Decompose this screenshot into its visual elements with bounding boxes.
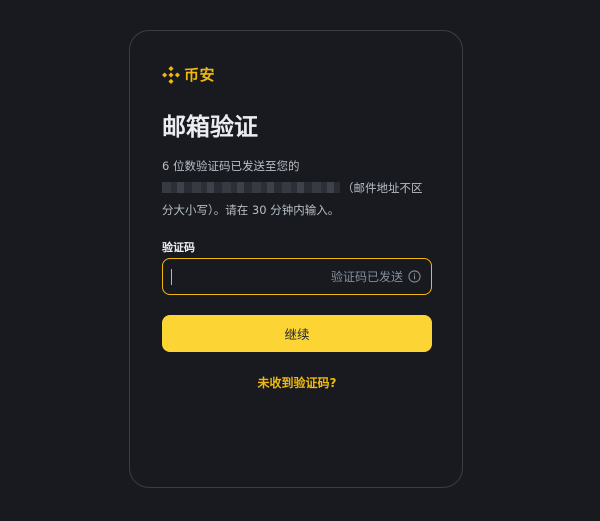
- brand-logo: 币安: [162, 64, 215, 85]
- description-line-3: 分大小写）。请在 30 分钟内输入。: [162, 203, 340, 217]
- code-input-wrapper[interactable]: 验证码已发送: [162, 258, 432, 295]
- binance-logo-icon: [162, 65, 180, 84]
- code-input[interactable]: [172, 268, 331, 285]
- code-sent-status: 验证码已发送: [330, 270, 403, 284]
- page-title: 邮箱验证: [162, 113, 258, 141]
- verification-card: 币安 邮箱验证 6 位数验证码已发送至您的 （邮件地址不区 分大小写）。请在 3…: [129, 30, 463, 488]
- info-icon[interactable]: [408, 270, 421, 283]
- resend-code-link[interactable]: 未收到验证码?: [162, 374, 432, 391]
- description-line-2: （邮件地址不区: [162, 177, 436, 199]
- masked-email: [162, 182, 340, 193]
- page-description: 6 位数验证码已发送至您的 （邮件地址不区 分大小写）。请在 30 分钟内输入。: [162, 155, 436, 221]
- description-line-2-suffix: （邮件地址不区: [342, 181, 423, 195]
- continue-button[interactable]: 继续: [162, 315, 432, 352]
- code-field-label: 验证码: [162, 241, 195, 254]
- brand-name: 币安: [184, 66, 216, 84]
- description-line-1: 6 位数验证码已发送至您的: [162, 159, 300, 173]
